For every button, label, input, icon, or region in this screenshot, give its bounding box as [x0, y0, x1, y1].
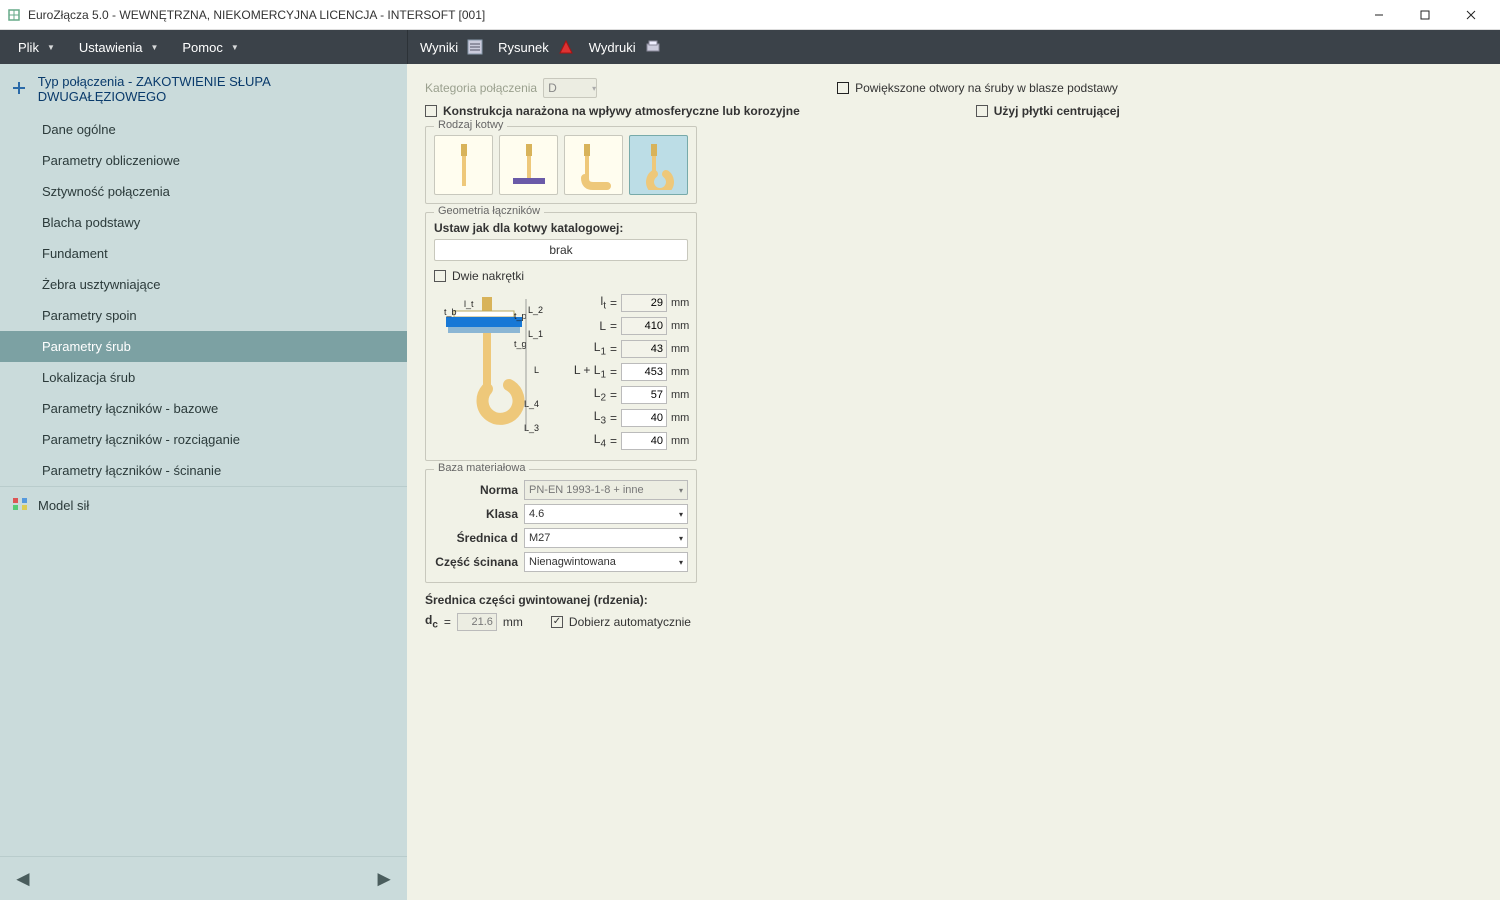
- input-L1[interactable]: [621, 340, 667, 358]
- anchor-option-4[interactable]: [629, 135, 688, 195]
- sidebar-nav: Dane ogólne Parametry obliczeniowe Sztyw…: [0, 114, 407, 486]
- svg-text:l_t: l_t: [464, 299, 474, 309]
- svg-text:t_b: t_b: [444, 307, 457, 317]
- srednica-label: Średnica d: [434, 531, 518, 545]
- category-label: Kategoria połączenia: [425, 81, 537, 95]
- geometry-legend: Geometria łączników: [434, 205, 544, 217]
- catalog-anchor-label: Ustaw jak dla kotwy katalogowej:: [434, 221, 688, 235]
- chk-enlarged-holes[interactable]: Powiększone otwory na śruby w blasze pod…: [837, 81, 1118, 95]
- toolbar-wydruki[interactable]: Wydruki: [589, 38, 662, 56]
- checkbox-icon: [976, 105, 988, 117]
- menubar: Plik▼ Ustawienia▼ Pomoc▼ Wyniki Rysunek …: [0, 30, 1500, 64]
- nav-lokalizacja-srub[interactable]: Lokalizacja śrub: [0, 362, 407, 393]
- checkbox-icon: [434, 270, 446, 282]
- input-LL1[interactable]: [621, 363, 667, 381]
- dimensions-inputs: lt=mm L=mm L1=mm L + L1=mm L2=mm L3=mm L…: [570, 291, 693, 452]
- next-arrow-icon[interactable]: ►: [373, 866, 395, 892]
- svg-text:t_g: t_g: [514, 339, 527, 349]
- nav-parametry-obliczeniowe[interactable]: Parametry obliczeniowe: [0, 145, 407, 176]
- dim-L1: L1=mm: [570, 337, 693, 360]
- material-legend: Baza materiałowa: [434, 462, 529, 474]
- window-title: EuroZłącza 5.0 - WEWNĘTRZNA, NIEKOMERCYJ…: [28, 8, 1356, 22]
- dc-title: Średnica części gwintowanej (rdzenia):: [425, 593, 697, 607]
- norma-select: PN-EN 1993-1-8 + inne▾: [524, 480, 688, 500]
- chk-centering-plate[interactable]: Użyj płytki centrującej: [976, 104, 1120, 118]
- nav-parametry-spoin[interactable]: Parametry spoin: [0, 300, 407, 331]
- results-icon: [466, 38, 484, 56]
- titlebar: EuroZłącza 5.0 - WEWNĘTRZNA, NIEKOMERCYJ…: [0, 0, 1500, 30]
- chk-two-nuts[interactable]: Dwie nakrętki: [434, 269, 688, 283]
- nav-fundament[interactable]: Fundament: [0, 238, 407, 269]
- input-L4[interactable]: [621, 432, 667, 450]
- nav-parametry-srub[interactable]: Parametry śrub: [0, 331, 407, 362]
- checkbox-icon: ✓: [551, 616, 563, 628]
- minimize-button[interactable]: [1356, 0, 1402, 30]
- dim-L4: L4=mm: [570, 429, 693, 452]
- anchor-option-2[interactable]: [499, 135, 558, 195]
- catalog-anchor-button[interactable]: brak: [434, 239, 688, 261]
- sidebar: Typ połączenia - ZAKOTWIENIE SŁUPA DWUGA…: [0, 64, 407, 900]
- dim-L3: L3=mm: [570, 406, 693, 429]
- nav-dane-ogolne[interactable]: Dane ogólne: [0, 114, 407, 145]
- toolbar-wyniki[interactable]: Wyniki: [420, 38, 484, 56]
- anchor-option-3[interactable]: [564, 135, 623, 195]
- input-lt[interactable]: [621, 294, 667, 312]
- connection-type-icon: [12, 81, 28, 97]
- chk-atmospheric[interactable]: Konstrukcja narażona na wpływy atmosfery…: [425, 104, 800, 118]
- srednica-select[interactable]: M27▾: [524, 528, 688, 548]
- print-icon: [644, 38, 662, 56]
- dim-L: L=mm: [570, 314, 693, 337]
- svg-text:L: L: [534, 365, 539, 375]
- dc-symbol: dc: [425, 613, 438, 630]
- klasa-label: Klasa: [434, 507, 518, 521]
- czesc-select[interactable]: Nienagwintowana▾: [524, 552, 688, 572]
- svg-text:L_2: L_2: [528, 305, 543, 315]
- toolbar-rysunek[interactable]: Rysunek: [498, 38, 575, 56]
- maximize-button[interactable]: [1402, 0, 1448, 30]
- nav-zebra[interactable]: Żebra usztywniające: [0, 269, 407, 300]
- category-select: D▾: [543, 78, 597, 98]
- checkbox-icon: [425, 105, 437, 117]
- anchor-type-fieldset: Rodzaj kotwy: [425, 126, 697, 204]
- czesc-label: Część ścinana: [434, 555, 518, 569]
- input-L2[interactable]: [621, 386, 667, 404]
- nav-sztywnosc[interactable]: Sztywność połączenia: [0, 176, 407, 207]
- dim-LplusL1: L + L1=mm: [570, 360, 693, 383]
- nav-blacha-podstawy[interactable]: Blacha podstawy: [0, 207, 407, 238]
- klasa-select[interactable]: 4.6▾: [524, 504, 688, 524]
- checkbox-icon: [837, 82, 849, 94]
- material-base-fieldset: Baza materiałowa Norma PN-EN 1993-1-8 + …: [425, 469, 697, 583]
- geometry-fieldset: Geometria łączników Ustaw jak dla kotwy …: [425, 212, 697, 461]
- drawing-icon: [557, 38, 575, 56]
- svg-text:t_p: t_p: [514, 311, 527, 321]
- prev-arrow-icon[interactable]: ◄: [12, 866, 34, 892]
- input-dc: [457, 613, 497, 631]
- menu-plik[interactable]: Plik▼: [8, 30, 65, 64]
- model-icon: [12, 497, 28, 514]
- main-panel: Kategoria połączenia D▾ Powiększone otwo…: [407, 64, 1500, 900]
- dim-L2: L2=mm: [570, 383, 693, 406]
- svg-text:L_1: L_1: [528, 329, 543, 339]
- anchor-option-1[interactable]: [434, 135, 493, 195]
- nav-lacznikow-bazowe[interactable]: Parametry łączników - bazowe: [0, 393, 407, 424]
- input-L[interactable]: [621, 317, 667, 335]
- sidebar-model-sil[interactable]: Model sił: [0, 486, 407, 524]
- nav-lacznikow-scinanie[interactable]: Parametry łączników - ścinanie: [0, 455, 407, 486]
- close-button[interactable]: [1448, 0, 1494, 30]
- app-icon: [6, 7, 22, 23]
- chk-auto-select[interactable]: ✓ Dobierz automatycznie: [551, 615, 691, 629]
- nav-lacznikow-rozciaganie[interactable]: Parametry łączników - rozciąganie: [0, 424, 407, 455]
- anchor-dimensions-diagram: t_b l_t t_p L_2 L_1 t_g L L_4 L_3: [434, 291, 560, 451]
- sidebar-footer: ◄ ►: [0, 856, 407, 900]
- norma-label: Norma: [434, 483, 518, 497]
- anchor-legend: Rodzaj kotwy: [434, 119, 507, 131]
- menu-ustawienia[interactable]: Ustawienia▼: [69, 30, 169, 64]
- input-L3[interactable]: [621, 409, 667, 427]
- sidebar-header[interactable]: Typ połączenia - ZAKOTWIENIE SŁUPA DWUGA…: [0, 64, 407, 114]
- menu-pomoc[interactable]: Pomoc▼: [172, 30, 248, 64]
- dim-lt: lt=mm: [570, 291, 693, 314]
